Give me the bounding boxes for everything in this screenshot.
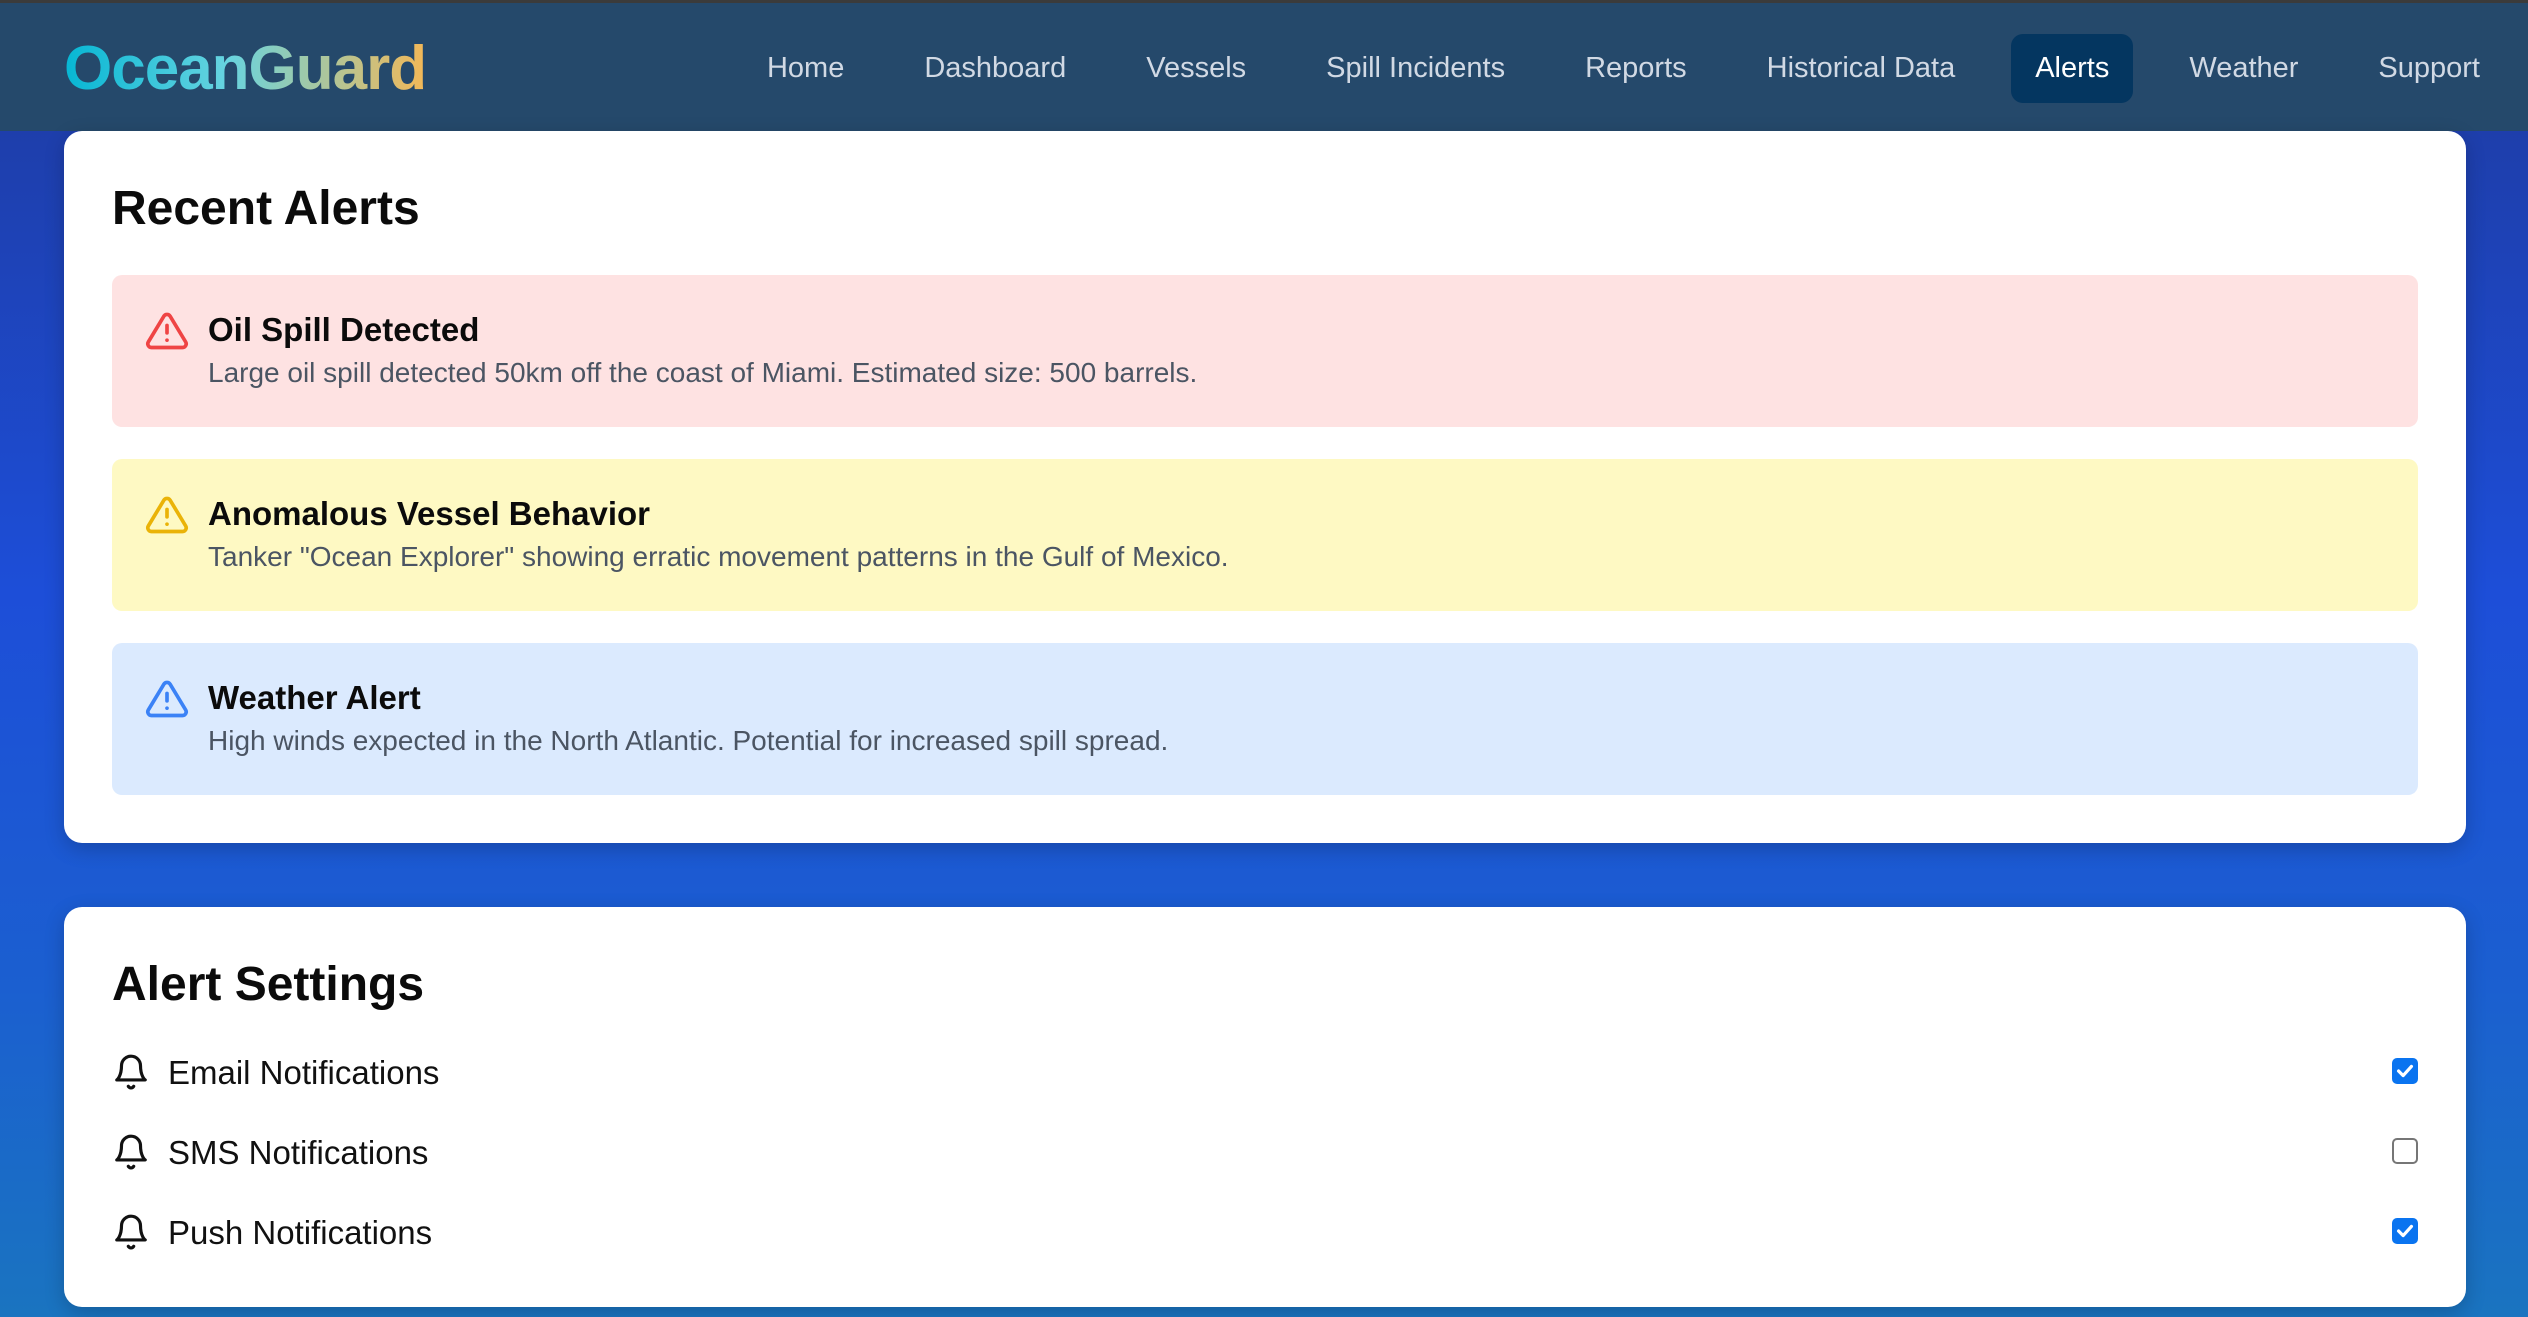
- alert-item: Weather Alert High winds expected in the …: [112, 643, 2418, 795]
- alert-title: Oil Spill Detected: [208, 311, 480, 348]
- top-navbar: OceanGuard Home Dashboard Vessels Spill …: [0, 0, 2528, 131]
- alert-title: Weather Alert: [208, 679, 421, 716]
- setting-checkbox[interactable]: [2392, 1138, 2418, 1164]
- nav-home[interactable]: Home: [743, 34, 868, 103]
- setting-row: Push Notifications: [112, 1202, 2418, 1262]
- logo[interactable]: OceanGuard: [64, 33, 427, 104]
- alert-description: Tanker "Ocean Explorer" showing erratic …: [208, 541, 1229, 572]
- alert-description: Large oil spill detected 50km off the co…: [208, 357, 1198, 388]
- nav-reports[interactable]: Reports: [1561, 34, 1711, 103]
- alert-item: Oil Spill Detected Large oil spill detect…: [112, 275, 2418, 427]
- warning-triangle-icon: [144, 677, 190, 721]
- nav-vessels[interactable]: Vessels: [1122, 34, 1270, 103]
- nav-alerts[interactable]: Alerts: [2011, 34, 2134, 103]
- nav-historical-data[interactable]: Historical Data: [1743, 34, 1980, 103]
- setting-label: SMS Notifications: [168, 1134, 429, 1171]
- nav-spill-incidents[interactable]: Spill Incidents: [1302, 34, 1529, 103]
- nav-support[interactable]: Support: [2354, 34, 2504, 103]
- alert-title: Anomalous Vessel Behavior: [208, 495, 651, 532]
- alert-item: Anomalous Vessel Behavior Tanker "Ocean E…: [112, 459, 2418, 611]
- warning-triangle-icon: [144, 493, 190, 537]
- nav-weather[interactable]: Weather: [2165, 34, 2322, 103]
- warning-triangle-icon: [144, 309, 190, 353]
- setting-checkbox[interactable]: [2392, 1058, 2418, 1084]
- alert-settings-title: Alert Settings: [112, 958, 425, 1011]
- bell-icon: [112, 1130, 150, 1174]
- setting-row: Email Notifications: [112, 1042, 2418, 1102]
- alert-settings-card: Alert Settings Email Notifications SMS No…: [64, 907, 2466, 1307]
- setting-checkbox[interactable]: [2392, 1218, 2418, 1244]
- bell-icon: [112, 1050, 150, 1094]
- nav-dashboard[interactable]: Dashboard: [900, 34, 1090, 103]
- recent-alerts-card: Recent Alerts Oil Spill Detected Large oi…: [64, 131, 2466, 843]
- recent-alerts-title: Recent Alerts: [112, 182, 420, 235]
- alert-description: High winds expected in the North Atlanti…: [208, 725, 1169, 756]
- setting-label: Push Notifications: [168, 1214, 433, 1251]
- setting-label: Email Notifications: [168, 1054, 440, 1091]
- main-nav: Home Dashboard Vessels Spill Incidents R…: [711, 34, 2504, 103]
- bell-icon: [112, 1210, 150, 1254]
- setting-row: SMS Notifications: [112, 1122, 2418, 1182]
